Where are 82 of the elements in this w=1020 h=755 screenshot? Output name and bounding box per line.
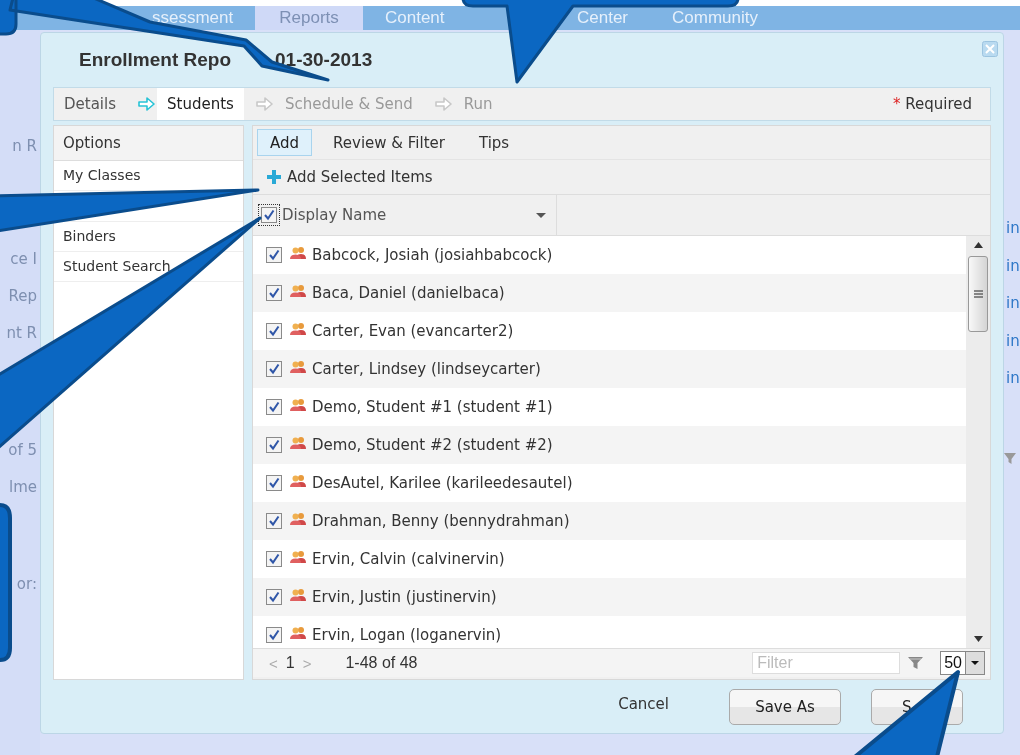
users-icon (290, 397, 307, 411)
link[interactable]: in (1000, 322, 1020, 360)
checkbox[interactable] (266, 589, 282, 605)
wizard-step[interactable]: Students (157, 88, 244, 120)
link[interactable]: in (1000, 210, 1020, 248)
checkbox[interactable] (266, 437, 282, 453)
list-item: nt R (6, 323, 38, 344)
checkbox[interactable] (266, 323, 282, 339)
student-name: DesAutel, Karilee (karileedesautel) (312, 474, 573, 492)
list-item: or: (16, 574, 38, 595)
page-range: 1-48 of 48 (345, 654, 418, 672)
tab[interactable]: Review & Filter (320, 129, 458, 156)
scrollbar[interactable] (966, 236, 990, 648)
users-icon (290, 321, 307, 335)
student-name: Carter, Lindsey (lindseycarter) (312, 360, 541, 378)
users-icon (290, 245, 307, 259)
dropdown-arrow-icon (536, 212, 546, 218)
student-name: Baca, Daniel (danielbaca) (312, 284, 505, 302)
checkbox[interactable] (266, 475, 282, 491)
student-name: Demo, Student #2 (student #2) (312, 436, 553, 454)
student-name: Ervin, Justin (justinervin) (312, 588, 497, 606)
student-name: Ervin, Logan (loganervin) (312, 626, 502, 644)
options-header: Options (54, 126, 243, 161)
scroll-up-icon[interactable] (973, 242, 983, 248)
nav-tab[interactable]: Content (385, 6, 577, 30)
link[interactable]: in (1000, 247, 1020, 285)
dialog-button[interactable]: Save As (729, 688, 841, 725)
column-title: Display Name (282, 206, 388, 224)
tab[interactable]: Add (257, 129, 313, 156)
dialog-title: 01-30-2013 (275, 49, 373, 71)
checkbox[interactable] (266, 247, 282, 263)
student-name: Demo, Student #1 (student #1) (312, 398, 553, 416)
cancel-link[interactable]: Cancel (618, 694, 669, 713)
checkbox[interactable] (261, 207, 277, 223)
link[interactable]: in (1000, 285, 1020, 323)
checkbox[interactable] (266, 627, 282, 643)
list-item: n R (12, 136, 38, 157)
users-icon (290, 587, 307, 601)
filter-icon (908, 657, 924, 669)
users-icon (290, 549, 307, 563)
users-icon (290, 625, 307, 639)
users-icon (290, 283, 307, 297)
list-item: of 5 (8, 440, 38, 461)
caret-icon (971, 661, 979, 665)
scroll-thumb[interactable] (968, 256, 988, 332)
page-number: 1 (285, 654, 295, 672)
nav-tab[interactable]: Community (672, 6, 758, 30)
users-icon (290, 435, 307, 449)
nav-tab[interactable]: Reports (255, 6, 363, 30)
checkbox[interactable] (266, 551, 282, 567)
student-name: Babcock, Josiah (josiahbabcock) (312, 246, 553, 264)
filter-icon (1004, 452, 1016, 464)
list-item: Rep (8, 286, 38, 307)
required-note: * Required (892, 95, 972, 113)
previous-page-button[interactable]: < (265, 654, 282, 672)
arrow-icon (434, 97, 452, 111)
checkbox[interactable] (266, 513, 282, 529)
checkbox[interactable] (266, 399, 282, 415)
checkbox[interactable] (266, 285, 282, 301)
wizard-step[interactable]: Details (54, 88, 126, 120)
dialog-title: Enrollment Repo (79, 49, 231, 71)
student-name: Ervin, Calvin (calvinervin) (312, 550, 505, 568)
users-icon (290, 511, 307, 525)
nav-tab[interactable]: ssessment (152, 6, 255, 30)
arrow-icon (255, 97, 273, 111)
student-name: Drahman, Benny (bennydrahman) (312, 512, 570, 530)
page-size-select[interactable]: 50 (940, 651, 985, 675)
users-icon (290, 473, 307, 487)
add-selected-button[interactable]: Add Selected Items (253, 160, 990, 195)
next-page-button[interactable]: > (298, 654, 316, 672)
link[interactable]: in (1000, 360, 1020, 398)
users-icon (290, 359, 307, 373)
filter-field[interactable]: Filter (752, 652, 901, 674)
nav-tab[interactable]: Center (577, 6, 672, 30)
list-item: ce I (10, 249, 38, 270)
scroll-down-icon[interactable] (973, 636, 983, 642)
checkbox[interactable] (266, 361, 282, 377)
plus-icon (267, 170, 281, 184)
arrow-icon (138, 97, 155, 111)
tab[interactable]: Tips (465, 129, 523, 156)
student-name: Carter, Evan (evancarter2) (312, 322, 514, 340)
list-item: lme (9, 477, 38, 498)
